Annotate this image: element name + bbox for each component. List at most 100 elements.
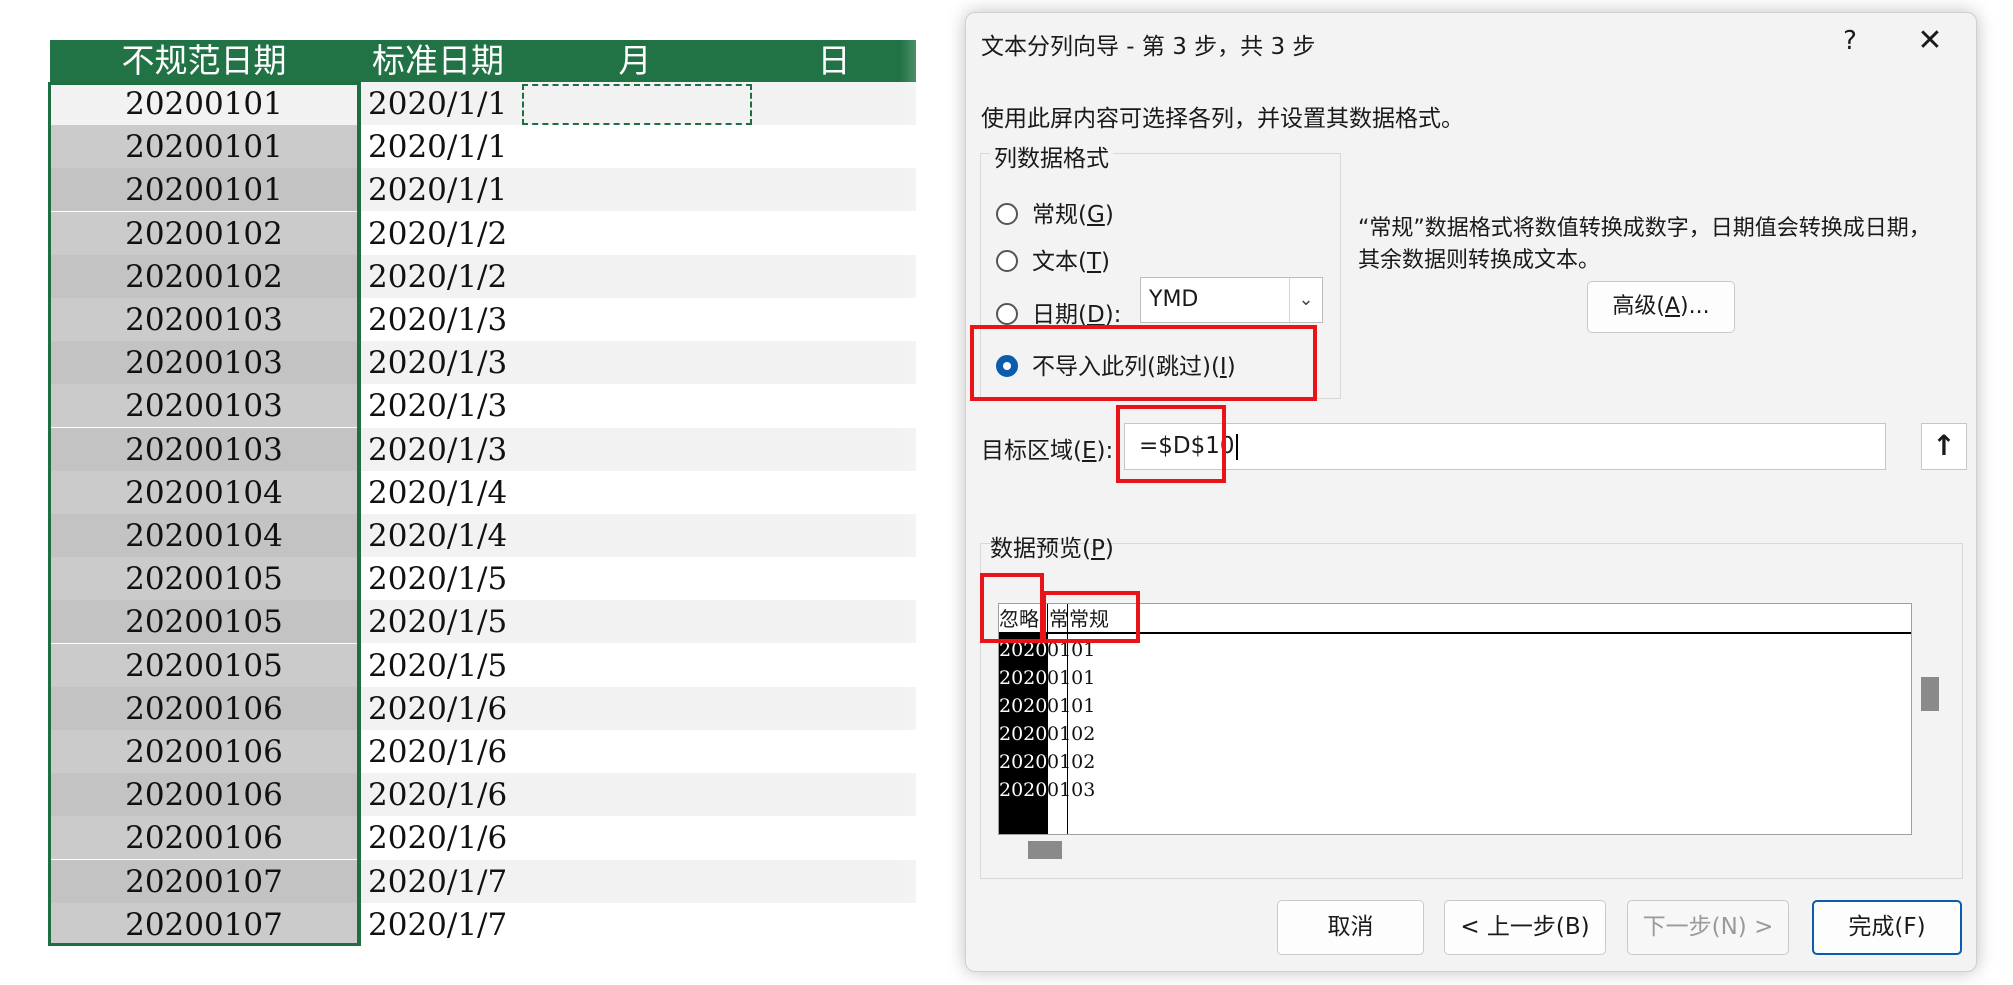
cell-month[interactable] bbox=[518, 384, 752, 427]
cell-irregular-date[interactable]: 20200105 bbox=[50, 557, 358, 601]
cell-irregular-date[interactable]: 20200106 bbox=[50, 686, 358, 730]
collapse-dialog-button[interactable]: ↑ bbox=[1921, 423, 1967, 470]
cell-standard-date[interactable]: 2020/1/6 bbox=[368, 816, 528, 859]
cell-standard-date[interactable]: 2020/1/2 bbox=[368, 212, 528, 255]
cell-irregular-date[interactable]: 20200106 bbox=[50, 730, 358, 773]
cell-day[interactable] bbox=[752, 903, 916, 946]
cell-day[interactable] bbox=[752, 557, 916, 600]
cell-standard-date[interactable]: 2020/1/6 bbox=[368, 687, 528, 730]
cell-standard-date[interactable]: 2020/1/1 bbox=[368, 125, 528, 168]
cell-month[interactable] bbox=[518, 860, 752, 903]
cell-month[interactable] bbox=[518, 125, 752, 168]
cell-day[interactable] bbox=[752, 341, 916, 384]
cell-standard-date[interactable]: 2020/1/1 bbox=[368, 168, 528, 211]
finish-button[interactable]: 完成(F) bbox=[1812, 900, 1962, 955]
cell-irregular-date[interactable]: 20200104 bbox=[50, 470, 358, 514]
cell-irregular-date[interactable]: 20200107 bbox=[50, 859, 358, 903]
cell-standard-date[interactable]: 2020/1/6 bbox=[368, 730, 528, 773]
cell-month[interactable] bbox=[518, 255, 752, 298]
cell-month[interactable] bbox=[518, 428, 752, 471]
cell-day[interactable] bbox=[752, 816, 916, 859]
preview-col-skip-header[interactable]: 忽略 bbox=[999, 604, 1047, 632]
cell-day[interactable] bbox=[752, 471, 916, 514]
cancel-button[interactable]: 取消 bbox=[1277, 900, 1424, 955]
close-button[interactable]: ✕ bbox=[1908, 21, 1952, 61]
cell-month[interactable] bbox=[518, 168, 752, 211]
cell-month[interactable] bbox=[518, 341, 752, 384]
cell-month[interactable] bbox=[518, 600, 752, 643]
data-preview-box[interactable]: 忽略 常 常规 2020 0101 2020 0101 2020 0101 2020 0102… bbox=[998, 603, 1912, 835]
cell-standard-date[interactable]: 2020/1/3 bbox=[368, 428, 528, 471]
cell-day[interactable] bbox=[752, 384, 916, 427]
cell-month[interactable] bbox=[518, 212, 752, 255]
cell-standard-date[interactable]: 2020/1/4 bbox=[368, 471, 528, 514]
cell-standard-date[interactable]: 2020/1/5 bbox=[368, 600, 528, 643]
vertical-scrollbar-thumb[interactable] bbox=[1921, 677, 1939, 711]
chevron-down-icon[interactable]: ⌄ bbox=[1289, 278, 1322, 322]
date-format-select[interactable]: YMD ⌄ bbox=[1140, 277, 1323, 323]
cell-irregular-date[interactable]: 20200106 bbox=[50, 816, 358, 860]
cell-irregular-date[interactable]: 20200106 bbox=[50, 773, 358, 817]
preview-col-general2-header[interactable]: 常规 bbox=[1069, 604, 1109, 632]
destination-input[interactable]: =$D$10 bbox=[1124, 423, 1886, 470]
cell-day[interactable] bbox=[752, 687, 916, 730]
cell-irregular-date[interactable]: 20200105 bbox=[50, 600, 358, 644]
cell-irregular-date[interactable]: 20200102 bbox=[50, 211, 358, 255]
cell-day[interactable] bbox=[752, 600, 916, 643]
cell-standard-date[interactable]: 2020/1/6 bbox=[368, 773, 528, 816]
preview-col-general-header[interactable]: 常 bbox=[1049, 604, 1067, 632]
cell-irregular-date[interactable]: 20200103 bbox=[50, 298, 358, 341]
cell-month[interactable] bbox=[518, 687, 752, 730]
cell-irregular-date[interactable]: 20200102 bbox=[50, 254, 358, 298]
cell-standard-date[interactable]: 2020/1/5 bbox=[368, 644, 528, 687]
cell-standard-date[interactable]: 2020/1/4 bbox=[368, 514, 528, 557]
cell-day[interactable] bbox=[752, 82, 916, 125]
header-cell-month[interactable]: 月 bbox=[518, 40, 752, 82]
cell-standard-date[interactable]: 2020/1/1 bbox=[368, 82, 528, 125]
cell-month[interactable] bbox=[518, 471, 752, 514]
help-button[interactable]: ? bbox=[1828, 21, 1872, 61]
radio-circle-icon[interactable] bbox=[996, 303, 1018, 325]
cell-month[interactable] bbox=[518, 298, 752, 341]
cell-irregular-date[interactable]: 20200101 bbox=[50, 168, 358, 212]
cell-day[interactable] bbox=[752, 730, 916, 773]
cell-day[interactable] bbox=[752, 168, 916, 211]
cell-irregular-date[interactable]: 20200103 bbox=[50, 341, 358, 385]
radio-circle-icon[interactable] bbox=[996, 250, 1018, 272]
cell-month[interactable] bbox=[518, 903, 752, 946]
cell-irregular-date[interactable]: 20200107 bbox=[50, 902, 358, 946]
cell-standard-date[interactable]: 2020/1/3 bbox=[368, 298, 528, 341]
cell-month[interactable] bbox=[518, 730, 752, 773]
radio-circle-icon[interactable] bbox=[996, 355, 1018, 377]
horizontal-scrollbar-thumb[interactable] bbox=[1028, 841, 1062, 859]
cell-day[interactable] bbox=[752, 125, 916, 168]
cell-day[interactable] bbox=[752, 212, 916, 255]
cell-day[interactable] bbox=[752, 298, 916, 341]
header-cell-day[interactable]: 日 bbox=[752, 40, 916, 82]
next-button[interactable]: 下一步(N) > bbox=[1627, 900, 1789, 955]
cell-standard-date[interactable]: 2020/1/5 bbox=[368, 557, 528, 600]
cell-irregular-date[interactable]: 20200104 bbox=[50, 514, 358, 557]
cell-day[interactable] bbox=[752, 255, 916, 298]
cell-irregular-date[interactable]: 20200101 bbox=[50, 125, 358, 169]
cell-month[interactable] bbox=[518, 644, 752, 687]
cell-month[interactable] bbox=[518, 816, 752, 859]
cell-standard-date[interactable]: 2020/1/7 bbox=[368, 860, 528, 903]
cell-irregular-date[interactable]: 20200103 bbox=[50, 427, 358, 471]
cell-month[interactable] bbox=[518, 773, 752, 816]
cell-day[interactable] bbox=[752, 428, 916, 471]
cell-irregular-date[interactable]: 20200103 bbox=[50, 384, 358, 428]
cell-month[interactable] bbox=[518, 514, 752, 557]
header-cell-irregular-date[interactable]: 不规范日期 bbox=[50, 40, 358, 82]
advanced-button[interactable]: 高级(A)... bbox=[1587, 281, 1735, 333]
cell-day[interactable] bbox=[752, 860, 916, 903]
cell-month[interactable] bbox=[518, 557, 752, 600]
radio-circle-icon[interactable] bbox=[996, 203, 1018, 225]
cell-day[interactable] bbox=[752, 514, 916, 557]
cell-irregular-date[interactable]: 20200101 bbox=[50, 82, 358, 125]
cell-irregular-date[interactable]: 20200105 bbox=[50, 643, 358, 687]
cell-day[interactable] bbox=[752, 644, 916, 687]
cell-standard-date[interactable]: 2020/1/3 bbox=[368, 384, 528, 427]
header-cell-standard-date[interactable]: 标准日期 bbox=[358, 40, 518, 82]
back-button[interactable]: < 上一步(B) bbox=[1444, 900, 1606, 955]
